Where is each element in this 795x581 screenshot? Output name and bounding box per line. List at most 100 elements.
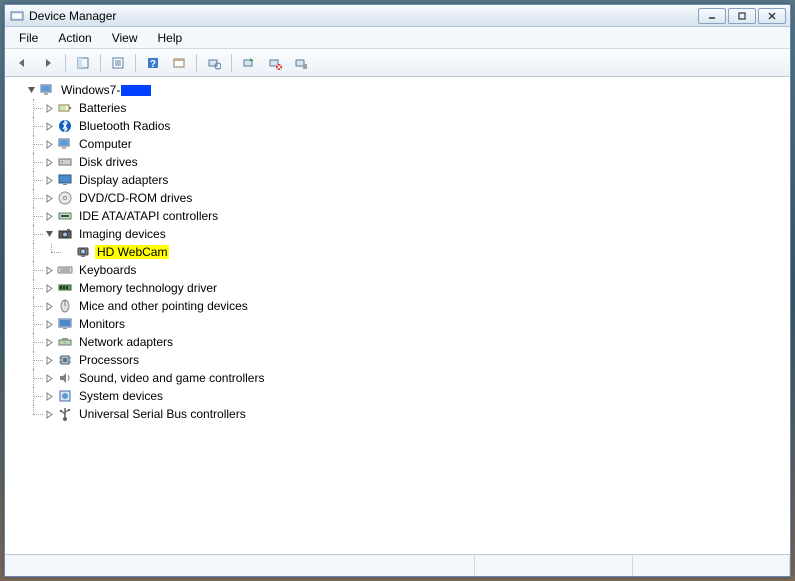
toolbar-separator (100, 54, 101, 72)
status-cell (475, 555, 632, 576)
root-label: Windows7- (59, 83, 153, 97)
usb-icon (57, 406, 73, 422)
network-icon (57, 334, 73, 350)
toolbar-separator (135, 54, 136, 72)
minimize-button[interactable] (698, 8, 726, 24)
category-label: Computer (77, 137, 134, 151)
expander-icon[interactable] (43, 174, 55, 186)
tree-category-node[interactable]: Imaging devices (7, 225, 788, 243)
device-tree[interactable]: Windows7- Batteries Bluetooth Radios Comput… (5, 77, 790, 554)
back-button[interactable] (11, 52, 33, 74)
expander-icon[interactable] (43, 138, 55, 150)
status-cell (5, 555, 475, 576)
category-label: Bluetooth Radios (77, 119, 172, 133)
category-label: Imaging devices (77, 227, 168, 241)
show-hide-console-button[interactable] (72, 52, 94, 74)
monitor-icon (57, 316, 73, 332)
expander-icon[interactable] (43, 120, 55, 132)
device-label: HD WebCam (95, 245, 169, 259)
expander-icon[interactable] (43, 102, 55, 114)
redacted-text (121, 85, 151, 96)
tree-category-node[interactable]: Universal Serial Bus controllers (7, 405, 788, 423)
category-label: Monitors (77, 317, 127, 331)
tree-root-node[interactable]: Windows7- (7, 81, 788, 99)
expander-icon[interactable] (43, 228, 55, 240)
svg-text:?: ? (150, 59, 156, 70)
close-button[interactable] (758, 8, 786, 24)
computer-icon (39, 82, 55, 98)
cpu-icon (57, 352, 73, 368)
titlebar: Device Manager (5, 5, 790, 27)
tree-category-node[interactable]: System devices (7, 387, 788, 405)
menubar: File Action View Help (5, 27, 790, 49)
expander-icon[interactable] (43, 372, 55, 384)
statusbar (5, 554, 790, 576)
system-icon (57, 388, 73, 404)
expander-icon[interactable] (43, 264, 55, 276)
tree-category-node[interactable]: Mice and other pointing devices (7, 297, 788, 315)
expander-icon[interactable] (43, 300, 55, 312)
menu-help[interactable]: Help (150, 29, 191, 47)
mouse-icon (57, 298, 73, 314)
leaf-spacer (61, 246, 73, 258)
category-label: Network adapters (77, 335, 175, 349)
tree-category-node[interactable]: Batteries (7, 99, 788, 117)
tree-category-node[interactable]: Computer (7, 135, 788, 153)
expander-icon[interactable] (43, 408, 55, 420)
tree-device-node[interactable]: HD WebCam (7, 243, 788, 261)
expander-icon[interactable] (43, 282, 55, 294)
toolbar: ? (5, 49, 790, 77)
toolbar-separator (231, 54, 232, 72)
uninstall-button[interactable] (290, 52, 312, 74)
enable-button[interactable] (238, 52, 260, 74)
tree-category-node[interactable]: Disk drives (7, 153, 788, 171)
expander-icon[interactable] (25, 84, 37, 96)
toolbar-separator (196, 54, 197, 72)
expander-icon[interactable] (43, 156, 55, 168)
camera-icon (57, 226, 73, 242)
action-button[interactable] (168, 52, 190, 74)
toolbar-separator (65, 54, 66, 72)
expander-icon[interactable] (43, 192, 55, 204)
scan-hardware-button[interactable] (203, 52, 225, 74)
tree-category-node[interactable]: IDE ATA/ATAPI controllers (7, 207, 788, 225)
category-label: Universal Serial Bus controllers (77, 407, 248, 421)
expander-icon[interactable] (43, 210, 55, 222)
tree-category-node[interactable]: Monitors (7, 315, 788, 333)
category-label: Memory technology driver (77, 281, 219, 295)
disk-icon (57, 154, 73, 170)
tree-category-node[interactable]: Sound, video and game controllers (7, 369, 788, 387)
window-title: Device Manager (29, 9, 698, 23)
tree-category-node[interactable]: Processors (7, 351, 788, 369)
menu-view[interactable]: View (104, 29, 146, 47)
app-icon (9, 8, 25, 24)
tree-category-node[interactable]: Keyboards (7, 261, 788, 279)
status-cell (633, 555, 790, 576)
menu-action[interactable]: Action (50, 29, 99, 47)
expander-icon[interactable] (43, 354, 55, 366)
tree-category-node[interactable]: DVD/CD-ROM drives (7, 189, 788, 207)
maximize-button[interactable] (728, 8, 756, 24)
sound-icon (57, 370, 73, 386)
tree-category-node[interactable]: Memory technology driver (7, 279, 788, 297)
display-icon (57, 172, 73, 188)
forward-button[interactable] (37, 52, 59, 74)
memory-icon (57, 280, 73, 296)
properties-button[interactable] (107, 52, 129, 74)
category-label: DVD/CD-ROM drives (77, 191, 194, 205)
tree-category-node[interactable]: Display adapters (7, 171, 788, 189)
menu-file[interactable]: File (11, 29, 46, 47)
window-controls (698, 8, 786, 24)
category-label: Processors (77, 353, 141, 367)
tree-category-node[interactable]: Bluetooth Radios (7, 117, 788, 135)
tree-category-node[interactable]: Network adapters (7, 333, 788, 351)
category-label: Sound, video and game controllers (77, 371, 266, 385)
device-manager-window: Device Manager File Action View Help ? (4, 4, 791, 577)
keyboard-icon (57, 262, 73, 278)
expander-icon[interactable] (43, 336, 55, 348)
expander-icon[interactable] (43, 318, 55, 330)
expander-icon[interactable] (43, 390, 55, 402)
help-button[interactable]: ? (142, 52, 164, 74)
category-label: Batteries (77, 101, 128, 115)
disable-button[interactable] (264, 52, 286, 74)
